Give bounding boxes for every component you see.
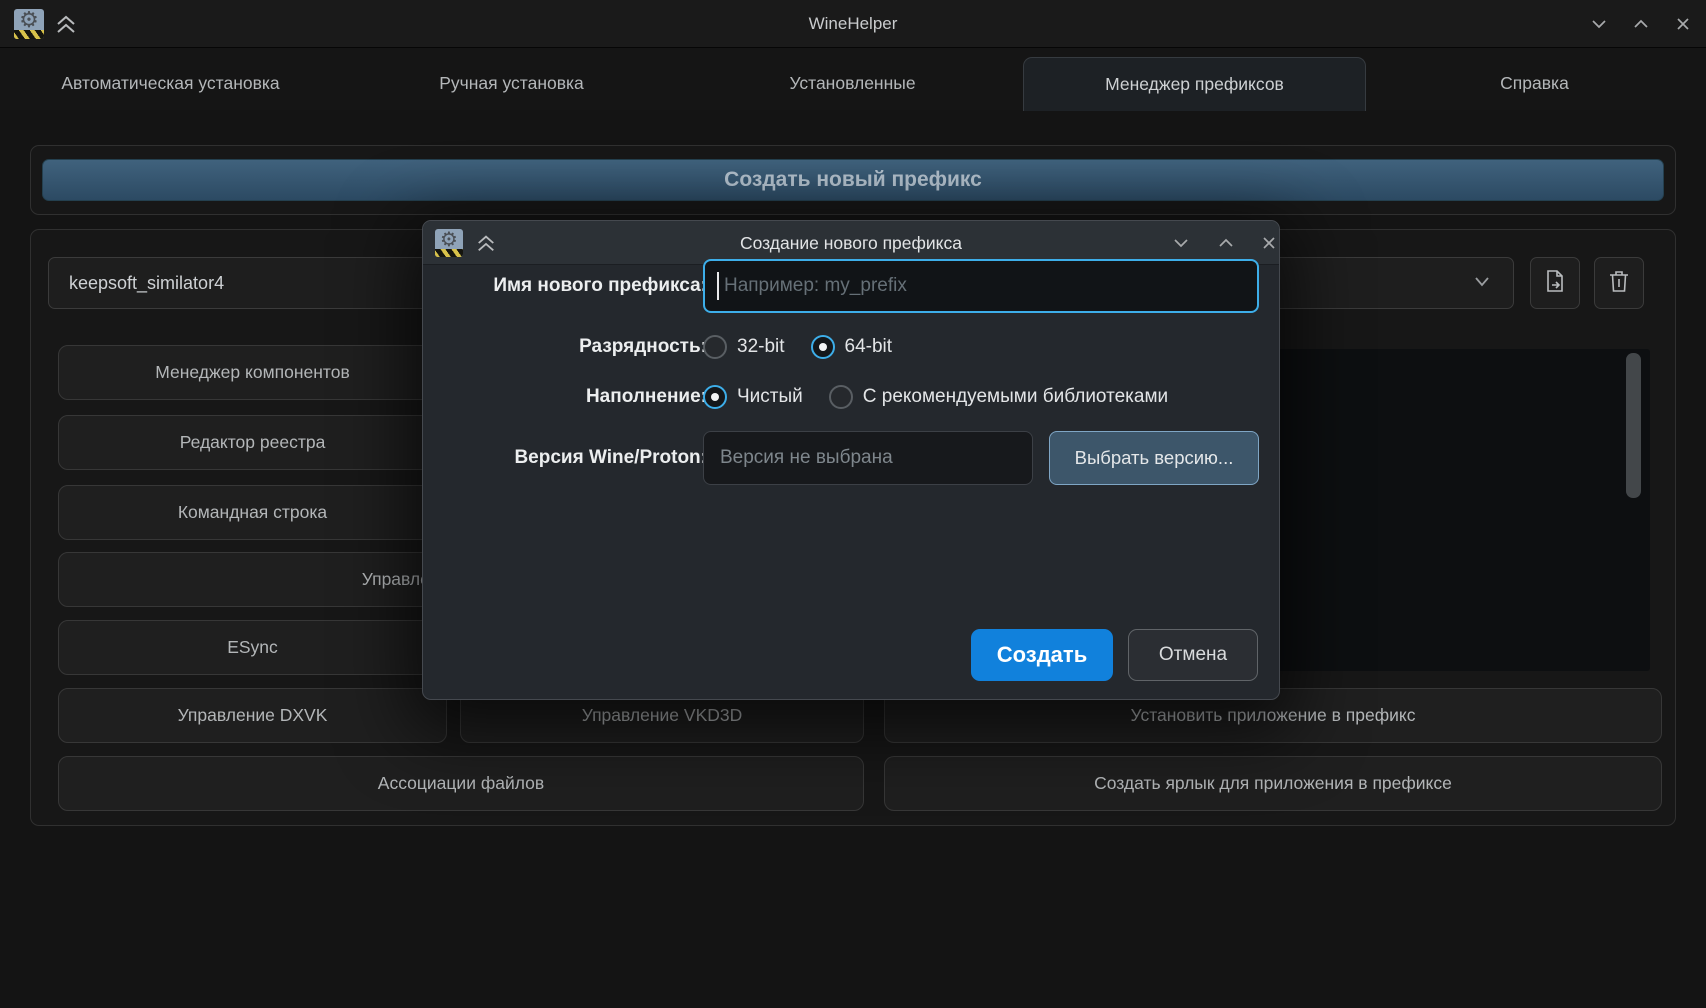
command-line-button[interactable]: Командная строка <box>58 485 447 540</box>
registry-editor-button[interactable]: Редактор реестра <box>58 415 447 470</box>
list-scrollbar[interactable] <box>1626 353 1641 498</box>
wine-version-value-field: Версия не выбрана <box>703 431 1033 485</box>
prefix-name-input[interactable] <box>722 274 1245 298</box>
dialog-cancel-button[interactable]: Отмена <box>1128 629 1258 681</box>
tab-prefix-manager[interactable]: Менеджер префиксов <box>1023 57 1366 111</box>
prefix-name-label: Имя нового префикса: <box>447 259 707 313</box>
minimize-button[interactable] <box>1586 11 1612 37</box>
dialog-maximize-button[interactable] <box>1213 230 1239 256</box>
radio-64bit[interactable] <box>811 335 835 359</box>
radio-32bit[interactable] <box>703 335 727 359</box>
maximize-button[interactable] <box>1628 11 1654 37</box>
new-prefix-dialog: ⚙ Создание нового префикса Имя нового пр… <box>422 220 1280 700</box>
create-new-prefix-button[interactable]: Создать новый префикс <box>42 159 1664 201</box>
prefix-name-input-wrap <box>703 259 1259 313</box>
text-caret <box>717 272 719 300</box>
esync-button[interactable]: ESync <box>58 620 447 675</box>
dxvk-button[interactable]: Управление DXVK <box>58 688 447 743</box>
tab-manual-install[interactable]: Ручная установка <box>341 57 682 110</box>
radio-recommended-libs[interactable] <box>829 385 853 409</box>
dialog-close-button[interactable] <box>1256 230 1282 256</box>
document-export-icon <box>1542 268 1568 299</box>
fill-options: Чистый С рекомендуемыми библиотеками <box>703 381 1194 413</box>
window-titlebar: ⚙ WineHelper <box>0 0 1706 48</box>
tab-installed[interactable]: Установленные <box>682 57 1023 110</box>
fill-label: Наполнение: <box>447 381 707 413</box>
radio-32bit-label[interactable]: 32-bit <box>737 336 785 358</box>
arch-options: 32-bit 64-bit <box>703 331 918 363</box>
choose-version-button[interactable]: Выбрать версию... <box>1049 431 1259 485</box>
components-manager-button[interactable]: Менеджер компонентов <box>58 345 447 400</box>
tab-bar: Автоматическая установка Ручная установк… <box>0 48 1706 110</box>
create-shortcut-button[interactable]: Создать ярлык для приложения в префиксе <box>884 756 1662 811</box>
radio-64bit-label[interactable]: 64-bit <box>845 336 893 358</box>
delete-prefix-button[interactable] <box>1594 257 1644 309</box>
wine-version-value: Версия не выбрана <box>720 447 893 469</box>
file-associations-button[interactable]: Ассоциации файлов <box>58 756 864 811</box>
arch-label: Разрядность: <box>447 331 707 363</box>
wine-version-label: Версия Wine/Proton: <box>447 431 707 485</box>
dialog-minimize-button[interactable] <box>1168 230 1194 256</box>
radio-clean[interactable] <box>703 385 727 409</box>
chevron-down-icon <box>1471 270 1493 297</box>
trash-icon <box>1606 268 1632 299</box>
window-title: WineHelper <box>0 0 1706 48</box>
backup-prefix-button[interactable] <box>1530 257 1580 309</box>
tab-help[interactable]: Справка <box>1364 57 1705 110</box>
radio-clean-label[interactable]: Чистый <box>737 386 803 408</box>
tab-auto-install[interactable]: Автоматическая установка <box>0 57 341 110</box>
dialog-create-button[interactable]: Создать <box>971 629 1113 681</box>
close-button[interactable] <box>1670 11 1696 37</box>
radio-recommended-libs-label[interactable]: С рекомендуемыми библиотеками <box>863 386 1168 408</box>
prefix-select-value: keepsoft_similator4 <box>69 273 224 294</box>
